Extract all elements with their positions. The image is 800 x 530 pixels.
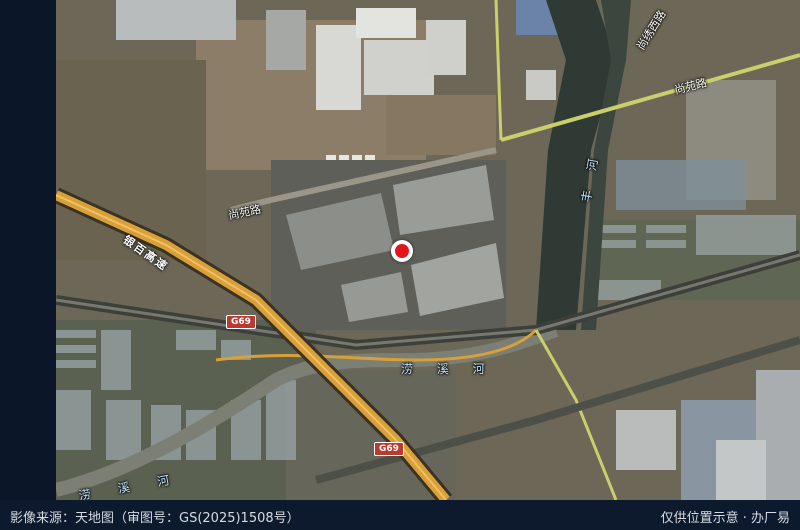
map-footer: 影像来源：天地图（审图号：GS(2025)1508号） 仅供位置示意 · 办厂易 (0, 500, 800, 530)
river-label-main: 涝 溪 河 (401, 362, 495, 376)
satellite-map[interactable]: 尚苑路 尚苑路 尚绣西路 丰 河 涝 溪 河 涝 溪 河 银百高速 G69 G6… (56, 0, 800, 500)
disclaimer-text: 仅供位置示意 · 办厂易 (660, 511, 790, 526)
left-side-strip (0, 0, 56, 500)
highway-shield: G69 (374, 442, 404, 456)
map-imagery (56, 0, 800, 500)
location-pin-icon[interactable] (391, 240, 413, 262)
imagery-source-text: 影像来源：天地图（审图号：GS(2025)1508号） (10, 511, 300, 526)
highway-shield: G69 (226, 315, 256, 329)
